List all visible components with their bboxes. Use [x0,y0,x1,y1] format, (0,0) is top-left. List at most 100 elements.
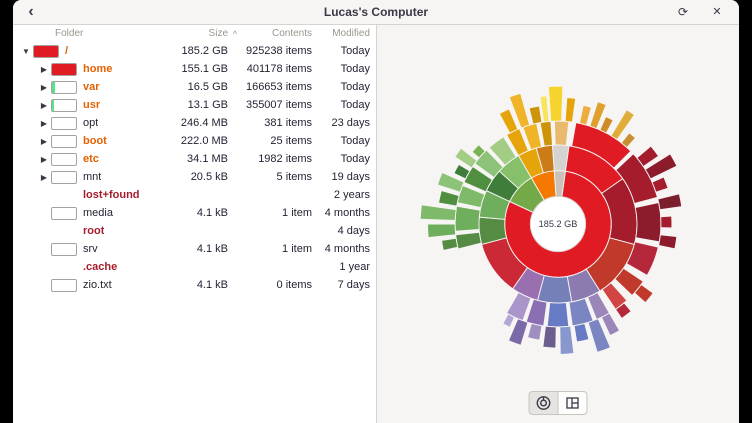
table-row[interactable]: ▶var16.5 GB166653 itemsToday [13,78,376,96]
folder-name: var [83,81,100,93]
table-row[interactable]: zio.txt4.1 kB0 items7 days [13,276,376,294]
expander-closed-icon[interactable]: ▶ [37,155,51,164]
expander-closed-icon[interactable]: ▶ [37,119,51,128]
chart-segment[interactable] [635,203,661,242]
table-row[interactable]: ▼/185.2 GB925238 itemsToday [13,42,376,60]
table-row[interactable]: root4 days [13,222,376,240]
size-cell: 246.4 MB [156,117,228,129]
screen: ‹ Lucas's Computer ⟳ ✕ Folder Size ^ Con… [0,0,752,423]
modified-cell: 7 days [312,279,370,291]
contents-cell: 166653 items [242,81,312,93]
tree-cell: media [13,207,156,220]
chart-segment[interactable] [659,235,677,249]
size-bar [51,117,77,130]
folder-name: usr [83,99,100,111]
tree-cell: ▶home [13,63,156,76]
chart-segment[interactable] [528,323,542,340]
chart-segment[interactable] [428,224,456,238]
chart-segment[interactable] [600,117,613,134]
modified-cell: 23 days [312,117,370,129]
chart-segment[interactable] [455,206,480,231]
chart-segment[interactable] [565,98,575,123]
size-bar [51,63,77,76]
expander-closed-icon[interactable]: ▶ [37,137,51,146]
column-header-modified[interactable]: Modified [312,28,370,39]
tree-cell: ▶ var [13,81,156,94]
contents-cell: 355007 items [242,99,312,111]
size-bar [51,171,77,184]
folder-name: srv [83,243,98,255]
column-header-folder[interactable]: Folder [13,28,156,39]
chart-segment[interactable] [503,314,515,327]
chart-segment[interactable] [661,216,672,228]
chart-segment[interactable] [554,121,568,145]
treemap-chart-button[interactable] [558,391,588,415]
expander-closed-icon[interactable]: ▶ [37,83,51,92]
table-row[interactable]: .cache 1 year [13,258,376,276]
table-row[interactable]: ▶usr13.1 GB355007 itemsToday [13,96,376,114]
sort-indicator-icon[interactable]: ^ [228,29,242,39]
close-icon[interactable]: ✕ [705,2,729,22]
folder-name: lost+found [83,189,140,201]
table-row[interactable]: media4.1 kB1 item4 months [13,204,376,222]
folder-rows: ▼/185.2 GB925238 itemsToday▶home155.1 GB… [13,42,376,423]
tree-cell: .cache [13,261,156,274]
table-row[interactable]: ▶boot222.0 MB25 itemsToday [13,132,376,150]
table-row[interactable]: ▶opt246.4 MB381 items23 days [13,114,376,132]
chart-segment[interactable] [579,105,591,125]
contents-cell: 0 items [242,279,312,291]
chart-segment[interactable] [574,323,589,342]
column-header-size[interactable]: Size [156,28,228,39]
folder-name: opt [83,117,98,129]
size-cell: 155.1 GB [156,63,228,75]
folder-name: zio.txt [83,279,112,291]
tree-cell: zio.txt [13,279,156,292]
chart-segment[interactable] [456,232,482,249]
size-bar [51,99,77,112]
modified-cell: Today [312,99,370,111]
tree-cell: ▶mnt [13,171,156,184]
size-cell: 4.1 kB [156,243,228,255]
modified-cell: 2 years [312,189,370,201]
size-bar [51,279,77,292]
expander-closed-icon[interactable]: ▶ [37,65,51,74]
contents-cell: 1 item [242,243,312,255]
chart-segment[interactable] [529,106,542,124]
table-row[interactable]: ▶mnt20.5 kB5 items19 days [13,168,376,186]
chart-segment[interactable] [543,326,556,348]
chart-segment[interactable] [560,326,574,354]
chart-segment[interactable] [658,194,682,210]
table-row[interactable]: ▶home155.1 GB401178 itemsToday [13,60,376,78]
back-button[interactable]: ‹ [19,2,43,22]
table-row[interactable]: srv4.1 kB1 item4 months [13,240,376,258]
chart-area: 185.2 GB [377,25,739,423]
chart-segment[interactable] [439,191,460,207]
chart-segment[interactable] [547,303,569,327]
expander-closed-icon[interactable]: ▶ [37,101,51,110]
modified-cell: 4 days [312,225,370,237]
chart-segment[interactable] [420,205,456,221]
column-header-contents[interactable]: Contents [242,28,312,39]
chart-segment[interactable] [540,121,552,146]
refresh-icon[interactable]: ⟳ [671,2,695,22]
expander-open-icon[interactable]: ▼ [19,47,33,56]
chart-segment[interactable] [548,86,562,121]
table-row[interactable]: ▶etc34.1 MB1982 itemsToday [13,150,376,168]
size-cell: 4.1 kB [156,207,228,219]
header-bar: ‹ Lucas's Computer ⟳ ✕ [13,0,739,25]
view-toggle [529,391,588,415]
size-bar [51,81,77,94]
modified-cell: 1 year [312,261,370,273]
chart-segment[interactable] [442,238,458,250]
rings-chart-button[interactable] [529,391,559,415]
center-total-label: 185.2 GB [539,219,578,229]
expander-closed-icon[interactable]: ▶ [37,173,51,182]
table-header: Folder Size ^ Contents Modified [13,25,376,42]
tree-cell: ▶ boot [13,135,156,148]
table-row[interactable]: lost+found 2 years [13,186,376,204]
size-cell: 16.5 GB [156,81,228,93]
folder-name: boot [83,135,107,147]
treemap-chart-icon [565,395,581,411]
size-cell: 34.1 MB [156,153,228,165]
size-bar [51,153,77,166]
